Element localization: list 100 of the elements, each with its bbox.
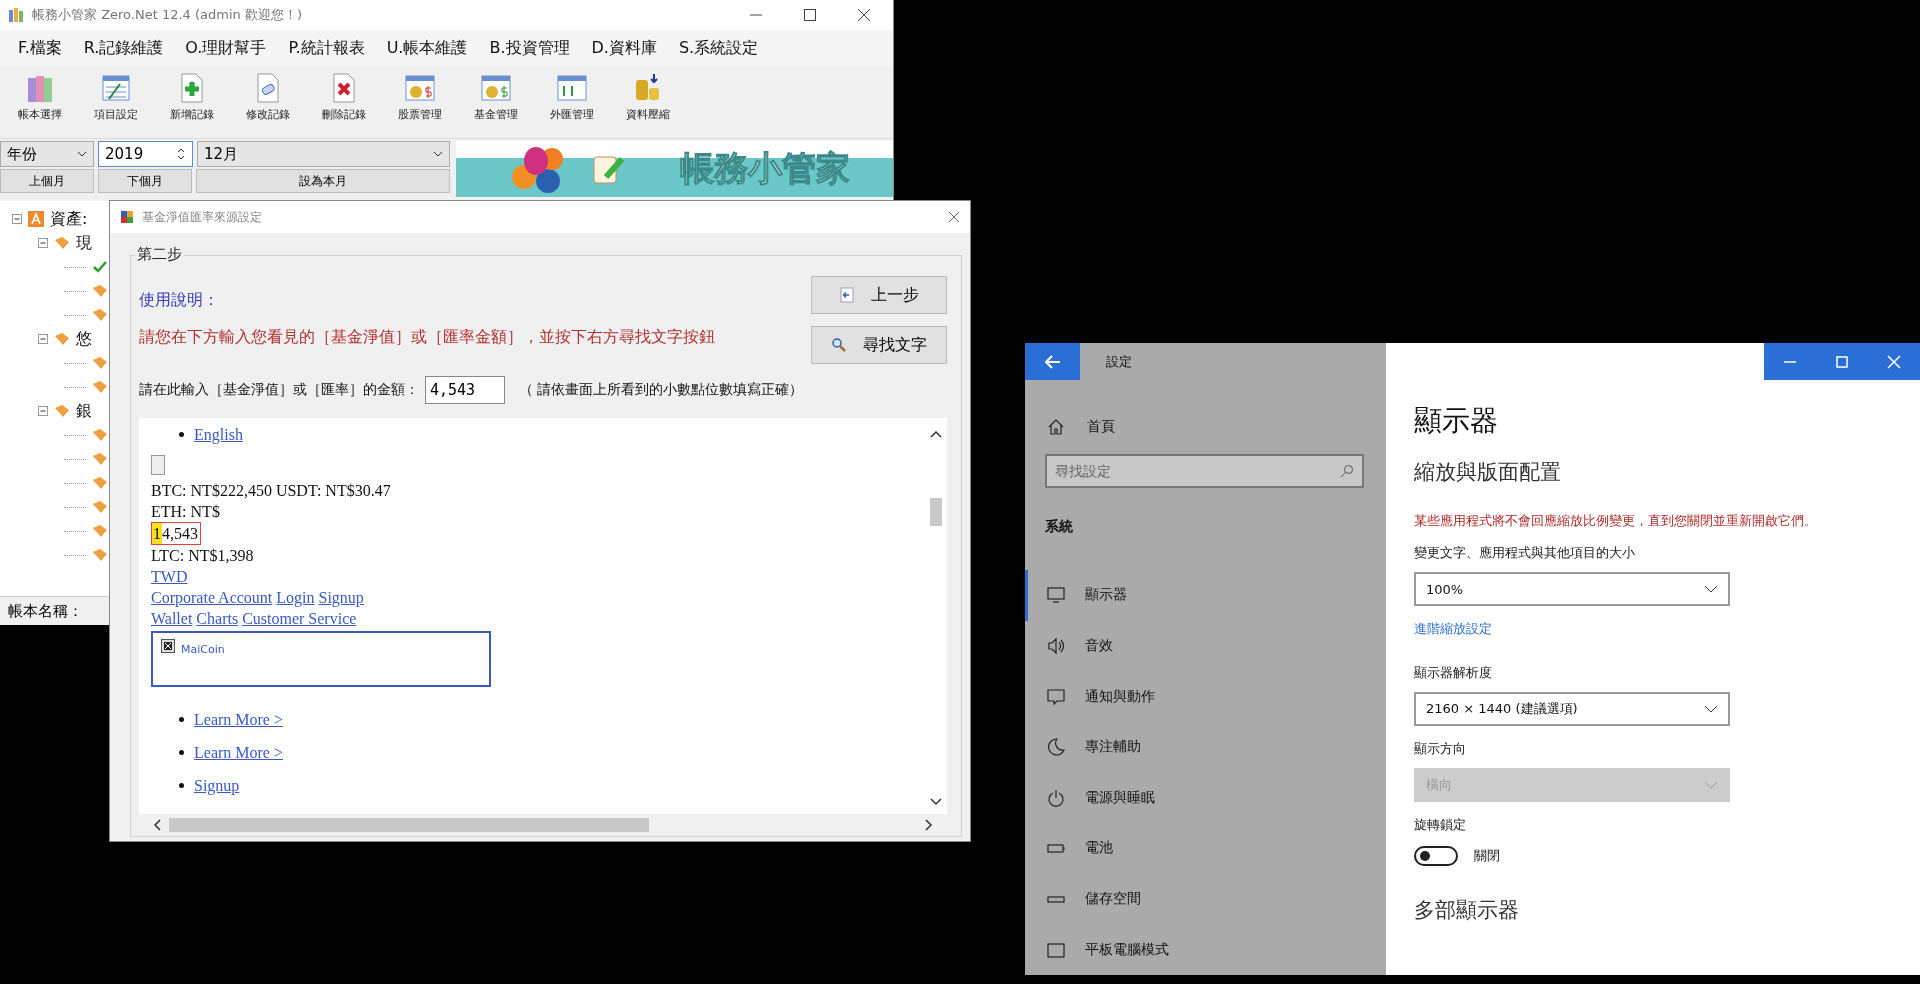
nav-item[interactable]: 電池: [1025, 823, 1386, 874]
link[interactable]: TWD: [151, 568, 188, 585]
collapse-icon[interactable]: [38, 406, 48, 416]
chevron-down-icon: [1704, 585, 1718, 593]
scroll-thumb[interactable]: [930, 498, 942, 526]
menu-item[interactable]: U.帳本維護: [386, 37, 468, 59]
image-placeholder: [151, 455, 165, 475]
toolbar-button[interactable]: 修改記錄: [236, 70, 300, 124]
search-field[interactable]: 尋找設定: [1045, 454, 1364, 488]
tree-item[interactable]: 銀: [76, 400, 92, 422]
month-dropdown[interactable]: 12月: [197, 141, 450, 167]
link[interactable]: Charts: [196, 610, 239, 627]
menu-item[interactable]: D.資料庫: [591, 37, 657, 59]
link[interactable]: English: [194, 424, 243, 445]
speech-bubble-icon: [1047, 687, 1065, 706]
nav-item[interactable]: 電源與睡眠: [1025, 772, 1386, 824]
close-icon[interactable]: [857, 8, 871, 22]
help-title: 使用說明：: [139, 290, 220, 311]
banner-title: 帳務小管家: [680, 147, 850, 190]
tree-item[interactable]: 資產:: [50, 208, 88, 230]
back-button[interactable]: 上一步: [811, 276, 947, 314]
link[interactable]: Signup: [318, 589, 364, 606]
coins-window-icon: [404, 72, 436, 104]
field-label: 旋轉鎖定: [1414, 816, 1467, 834]
chevron-down-icon: [77, 151, 87, 157]
month-button[interactable]: 設為本月: [196, 169, 450, 193]
price-text: BTC: NT$222,450 USDT: NT$30.47: [151, 482, 391, 499]
link[interactable]: Login: [276, 589, 315, 606]
year-spinner[interactable]: 2019: [98, 141, 193, 167]
table-chart-icon: [100, 72, 132, 104]
scroll-thumb[interactable]: [169, 818, 649, 832]
toolbar-button[interactable]: 資料壓縮: [616, 70, 680, 124]
tag-icon: [92, 500, 108, 514]
month-button[interactable]: 下個月: [98, 169, 192, 193]
tag-icon: [92, 308, 108, 322]
price-text: LTC: NT$1,398: [151, 547, 254, 564]
link[interactable]: Customer Service: [242, 610, 357, 627]
tag-icon: [92, 476, 108, 490]
letter-a-icon: [28, 211, 44, 227]
back-button[interactable]: [1025, 343, 1080, 380]
chevron-left-icon: [153, 819, 161, 831]
link[interactable]: Signup: [194, 775, 240, 796]
find-text-button[interactable]: 尋找文字: [811, 326, 947, 364]
month-button[interactable]: 上個月: [0, 169, 94, 193]
toolbar-button[interactable]: 基金管理: [464, 70, 528, 124]
tag-icon: [54, 404, 70, 418]
close-icon[interactable]: [948, 211, 960, 223]
dropdown[interactable]: 100%: [1414, 572, 1730, 606]
nav-item[interactable]: 儲存空間: [1025, 873, 1386, 925]
collapse-icon[interactable]: [12, 214, 22, 224]
toggle-switch[interactable]: [1414, 846, 1458, 866]
collapse-icon[interactable]: [38, 334, 48, 344]
amount-field[interactable]: 4,543: [425, 376, 505, 404]
tag-icon: [54, 236, 70, 250]
link[interactable]: Learn More >: [194, 709, 283, 730]
tag-icon: [92, 548, 108, 562]
settings-link[interactable]: 進階縮放設定: [1414, 620, 1492, 638]
tag-icon: [92, 428, 108, 442]
home-link[interactable]: 首頁: [1087, 418, 1115, 436]
chevron-down-icon: [433, 151, 443, 157]
tree-item[interactable]: 悠: [76, 328, 92, 350]
monitor-icon: [1047, 586, 1065, 605]
nav-item[interactable]: 通知與動作: [1025, 671, 1386, 722]
collapse-icon[interactable]: [38, 238, 48, 248]
hint-text: （ 請依畫面上所看到的小數點位數填寫正確）: [519, 381, 804, 399]
menu-item[interactable]: B.投資管理: [489, 37, 570, 59]
tree-item[interactable]: 現: [76, 232, 92, 254]
menu-item[interactable]: R.記錄維護: [83, 37, 164, 59]
tablet-icon: [1047, 940, 1065, 959]
nav-item[interactable]: 專注輔助: [1025, 721, 1386, 773]
toolbar-button[interactable]: 股票管理: [388, 70, 452, 124]
toolbar-button[interactable]: 刪除記錄: [312, 70, 376, 124]
link[interactable]: Learn More >: [194, 742, 283, 763]
window-title: 設定: [1106, 352, 1132, 371]
toolbar-button[interactable]: 項目設定: [84, 70, 148, 124]
toolbar-button[interactable]: 外匯管理: [540, 70, 604, 124]
menu-item[interactable]: F.檔案: [18, 37, 62, 59]
price-text: ETH: NT$: [151, 503, 220, 520]
battery-icon: [1047, 843, 1065, 853]
dialog-app-icon: [120, 210, 134, 224]
maximize-icon[interactable]: [803, 8, 817, 22]
link[interactable]: Corporate Account: [151, 589, 273, 606]
menu-item[interactable]: O.理財幫手: [185, 37, 267, 59]
menu-item[interactable]: S.系統設定: [678, 37, 759, 59]
chevron-up-icon: [930, 430, 942, 438]
highlight-marker: 1: [152, 523, 162, 544]
tag-icon: [54, 332, 70, 346]
toolbar-button[interactable]: 帳本選擇: [8, 70, 72, 124]
tag-icon: [92, 524, 108, 538]
coins-window-icon: [480, 72, 512, 104]
field-label: 顯示方向: [1414, 740, 1467, 758]
nav-item[interactable]: 音效: [1025, 620, 1386, 672]
menu-item[interactable]: P.統計報表: [288, 37, 365, 59]
dropdown[interactable]: 2160 × 1440 (建議選項): [1414, 692, 1730, 726]
period-type-dropdown[interactable]: 年份: [0, 141, 94, 167]
toolbar-button[interactable]: 新增記錄: [160, 70, 224, 124]
nav-item[interactable]: 平板電腦模式: [1025, 924, 1386, 975]
link[interactable]: Wallet: [151, 610, 193, 627]
warning-text: 某些應用程式將不會回應縮放比例變更，直到您關閉並重新開啟它們。: [1414, 512, 1818, 530]
back-arrow-icon: [1044, 354, 1061, 369]
